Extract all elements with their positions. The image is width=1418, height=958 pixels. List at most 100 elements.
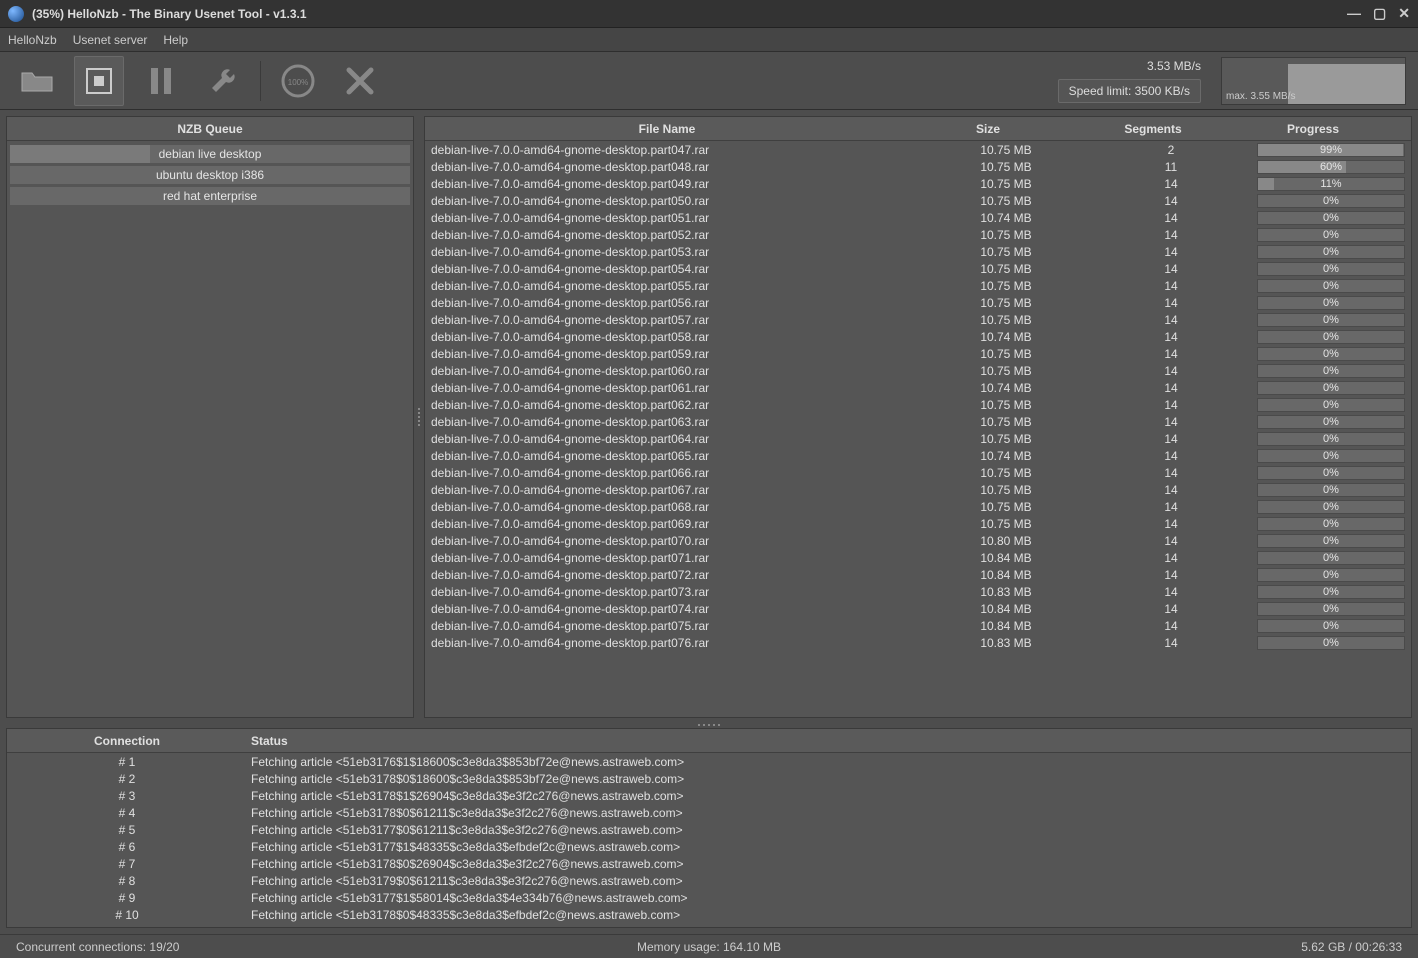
- queue-item-label: ubuntu desktop i386: [156, 168, 264, 182]
- file-row[interactable]: debian-live-7.0.0-amd64-gnome-desktop.pa…: [425, 600, 1411, 617]
- connection-status: Fetching article <51eb3177$1$58014$c3e8d…: [247, 891, 1411, 905]
- settings-button[interactable]: [198, 56, 248, 106]
- file-row[interactable]: debian-live-7.0.0-amd64-gnome-desktop.pa…: [425, 294, 1411, 311]
- file-progress-bar: 0%: [1257, 313, 1405, 327]
- file-row[interactable]: debian-live-7.0.0-amd64-gnome-desktop.pa…: [425, 583, 1411, 600]
- connection-status: Fetching article <51eb3176$1$18600$c3e8d…: [247, 755, 1411, 769]
- menu-usenet-server[interactable]: Usenet server: [73, 33, 148, 47]
- file-row[interactable]: debian-live-7.0.0-amd64-gnome-desktop.pa…: [425, 549, 1411, 566]
- file-progress-bar: 0%: [1257, 364, 1405, 378]
- connection-row[interactable]: # 1Fetching article <51eb3176$1$18600$c3…: [7, 753, 1411, 770]
- pause-icon: [149, 66, 173, 96]
- file-row[interactable]: debian-live-7.0.0-amd64-gnome-desktop.pa…: [425, 141, 1411, 158]
- queue-item[interactable]: red hat enterprise: [9, 186, 411, 206]
- file-row[interactable]: debian-live-7.0.0-amd64-gnome-desktop.pa…: [425, 328, 1411, 345]
- queue-item[interactable]: debian live desktop: [9, 144, 411, 164]
- menu-hellonzb[interactable]: HelloNzb: [8, 33, 57, 47]
- file-progress-label: 0%: [1323, 399, 1339, 411]
- file-name: debian-live-7.0.0-amd64-gnome-desktop.pa…: [425, 262, 921, 276]
- file-segments: 14: [1091, 466, 1251, 480]
- connection-row[interactable]: # 4Fetching article <51eb3178$0$61211$c3…: [7, 804, 1411, 821]
- stop-button[interactable]: [74, 56, 124, 106]
- speed-info: 3.53 MB/s Speed limit: 3500 KB/s: [1058, 59, 1201, 103]
- app-icon: [8, 6, 24, 22]
- graph-max-label: max. 3.55 MB/s: [1226, 91, 1295, 102]
- file-size: 10.75 MB: [921, 143, 1091, 157]
- connection-row[interactable]: # 2Fetching article <51eb3178$0$18600$c3…: [7, 770, 1411, 787]
- file-row[interactable]: debian-live-7.0.0-amd64-gnome-desktop.pa…: [425, 158, 1411, 175]
- col-connection[interactable]: Connection: [7, 734, 247, 748]
- file-row[interactable]: debian-live-7.0.0-amd64-gnome-desktop.pa…: [425, 345, 1411, 362]
- file-row[interactable]: debian-live-7.0.0-amd64-gnome-desktop.pa…: [425, 413, 1411, 430]
- file-progress-bar: 0%: [1257, 585, 1405, 599]
- file-row[interactable]: debian-live-7.0.0-amd64-gnome-desktop.pa…: [425, 566, 1411, 583]
- file-row[interactable]: debian-live-7.0.0-amd64-gnome-desktop.pa…: [425, 634, 1411, 651]
- queue-item-label: debian live desktop: [159, 147, 262, 161]
- file-progress-bar: 0%: [1257, 619, 1405, 633]
- vertical-splitter[interactable]: [418, 408, 422, 426]
- connection-row[interactable]: # 3Fetching article <51eb3178$1$26904$c3…: [7, 787, 1411, 804]
- open-folder-button[interactable]: [12, 56, 62, 106]
- connection-row[interactable]: # 7Fetching article <51eb3178$0$26904$c3…: [7, 855, 1411, 872]
- file-row[interactable]: debian-live-7.0.0-amd64-gnome-desktop.pa…: [425, 260, 1411, 277]
- file-row[interactable]: debian-live-7.0.0-amd64-gnome-desktop.pa…: [425, 277, 1411, 294]
- file-progress-label: 0%: [1323, 603, 1339, 615]
- file-row[interactable]: debian-live-7.0.0-amd64-gnome-desktop.pa…: [425, 515, 1411, 532]
- file-name: debian-live-7.0.0-amd64-gnome-desktop.pa…: [425, 636, 921, 650]
- file-segments: 14: [1091, 211, 1251, 225]
- col-status[interactable]: Status: [247, 734, 1411, 748]
- file-row[interactable]: debian-live-7.0.0-amd64-gnome-desktop.pa…: [425, 209, 1411, 226]
- connection-row[interactable]: # 5Fetching article <51eb3177$0$61211$c3…: [7, 821, 1411, 838]
- file-row[interactable]: debian-live-7.0.0-amd64-gnome-desktop.pa…: [425, 447, 1411, 464]
- file-name: debian-live-7.0.0-amd64-gnome-desktop.pa…: [425, 313, 921, 327]
- col-size[interactable]: Size: [903, 122, 1073, 136]
- connection-list[interactable]: # 1Fetching article <51eb3176$1$18600$c3…: [7, 753, 1411, 927]
- file-row[interactable]: debian-live-7.0.0-amd64-gnome-desktop.pa…: [425, 192, 1411, 209]
- connection-row[interactable]: # 6Fetching article <51eb3177$1$48335$c3…: [7, 838, 1411, 855]
- file-size: 10.75 MB: [921, 347, 1091, 361]
- stop-icon: [84, 66, 114, 96]
- file-name: debian-live-7.0.0-amd64-gnome-desktop.pa…: [425, 211, 921, 225]
- file-row[interactable]: debian-live-7.0.0-amd64-gnome-desktop.pa…: [425, 532, 1411, 549]
- file-row[interactable]: debian-live-7.0.0-amd64-gnome-desktop.pa…: [425, 396, 1411, 413]
- connection-id: # 6: [7, 840, 247, 854]
- file-row[interactable]: debian-live-7.0.0-amd64-gnome-desktop.pa…: [425, 311, 1411, 328]
- file-row[interactable]: debian-live-7.0.0-amd64-gnome-desktop.pa…: [425, 464, 1411, 481]
- file-row[interactable]: debian-live-7.0.0-amd64-gnome-desktop.pa…: [425, 498, 1411, 515]
- file-row[interactable]: debian-live-7.0.0-amd64-gnome-desktop.pa…: [425, 226, 1411, 243]
- file-progress-label: 0%: [1323, 263, 1339, 275]
- file-size: 10.74 MB: [921, 330, 1091, 344]
- col-segments[interactable]: Segments: [1073, 122, 1233, 136]
- file-progress-bar: 0%: [1257, 534, 1405, 548]
- file-row[interactable]: debian-live-7.0.0-amd64-gnome-desktop.pa…: [425, 481, 1411, 498]
- file-name: debian-live-7.0.0-amd64-gnome-desktop.pa…: [425, 551, 921, 565]
- queue-item[interactable]: ubuntu desktop i386: [9, 165, 411, 185]
- col-progress[interactable]: Progress: [1233, 122, 1393, 136]
- connection-header: Connection Status: [7, 729, 1411, 753]
- file-row[interactable]: debian-live-7.0.0-amd64-gnome-desktop.pa…: [425, 617, 1411, 634]
- file-segments: 14: [1091, 517, 1251, 531]
- file-list-body[interactable]: debian-live-7.0.0-amd64-gnome-desktop.pa…: [425, 141, 1411, 717]
- cancel-button[interactable]: [335, 56, 385, 106]
- speed-limit-button[interactable]: Speed limit: 3500 KB/s: [1058, 79, 1201, 103]
- minimize-button[interactable]: —: [1347, 5, 1361, 22]
- speed-gauge-button[interactable]: 100%: [273, 56, 323, 106]
- col-filename[interactable]: File Name: [425, 122, 903, 136]
- file-progress-label: 0%: [1323, 535, 1339, 547]
- menubar: HelloNzb Usenet server Help: [0, 28, 1418, 52]
- file-progress-label: 0%: [1323, 229, 1339, 241]
- connection-row[interactable]: # 10Fetching article <51eb3178$0$48335$c…: [7, 906, 1411, 923]
- file-row[interactable]: debian-live-7.0.0-amd64-gnome-desktop.pa…: [425, 379, 1411, 396]
- close-button[interactable]: ✕: [1398, 5, 1410, 22]
- maximize-button[interactable]: ▢: [1373, 5, 1386, 22]
- pause-button[interactable]: [136, 56, 186, 106]
- file-progress-bar: 0%: [1257, 211, 1405, 225]
- connection-row[interactable]: # 9Fetching article <51eb3177$1$58014$c3…: [7, 889, 1411, 906]
- file-row[interactable]: debian-live-7.0.0-amd64-gnome-desktop.pa…: [425, 175, 1411, 192]
- menu-help[interactable]: Help: [163, 33, 188, 47]
- file-row[interactable]: debian-live-7.0.0-amd64-gnome-desktop.pa…: [425, 243, 1411, 260]
- connection-row[interactable]: # 8Fetching article <51eb3179$0$61211$c3…: [7, 872, 1411, 889]
- file-row[interactable]: debian-live-7.0.0-amd64-gnome-desktop.pa…: [425, 430, 1411, 447]
- file-row[interactable]: debian-live-7.0.0-amd64-gnome-desktop.pa…: [425, 362, 1411, 379]
- file-progress-bar: 0%: [1257, 432, 1405, 446]
